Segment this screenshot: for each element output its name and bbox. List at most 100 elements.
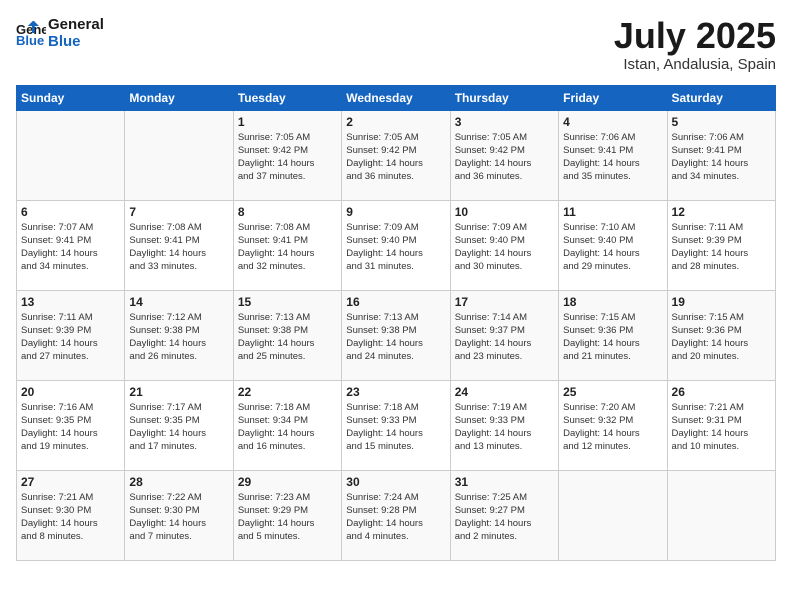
day-info: Sunrise: 7:24 AM Sunset: 9:28 PM Dayligh…	[346, 491, 445, 544]
day-number: 25	[563, 385, 662, 399]
day-info: Sunrise: 7:09 AM Sunset: 9:40 PM Dayligh…	[455, 221, 554, 274]
day-info: Sunrise: 7:05 AM Sunset: 9:42 PM Dayligh…	[346, 131, 445, 184]
calendar-cell: 11 Sunrise: 7:10 AM Sunset: 9:40 PM Dayli…	[559, 200, 667, 290]
day-number: 15	[238, 295, 337, 309]
calendar-cell: 4 Sunrise: 7:06 AM Sunset: 9:41 PM Daylig…	[559, 110, 667, 200]
month-year: July 2025	[614, 16, 776, 56]
calendar-cell: 28 Sunrise: 7:22 AM Sunset: 9:30 PM Dayli…	[125, 470, 233, 560]
calendar-cell: 29 Sunrise: 7:23 AM Sunset: 9:29 PM Dayli…	[233, 470, 341, 560]
day-number: 11	[563, 205, 662, 219]
day-number: 4	[563, 115, 662, 129]
day-number: 28	[129, 475, 228, 489]
day-number: 26	[672, 385, 771, 399]
weekday-saturday: Saturday	[667, 85, 775, 110]
calendar-cell: 21Sunrise: 7:17 AM Sunset: 9:35 PM Dayli…	[125, 380, 233, 470]
calendar-cell: 7Sunrise: 7:08 AM Sunset: 9:41 PM Daylig…	[125, 200, 233, 290]
calendar-table: SundayMondayTuesdayWednesdayThursdayFrid…	[16, 85, 776, 561]
day-number: 21	[129, 385, 228, 399]
day-number: 9	[346, 205, 445, 219]
day-number: 12	[672, 205, 771, 219]
day-number: 24	[455, 385, 554, 399]
calendar-cell: 23Sunrise: 7:18 AM Sunset: 9:33 PM Dayli…	[342, 380, 450, 470]
day-info: Sunrise: 7:22 AM Sunset: 9:30 PM Dayligh…	[129, 491, 228, 544]
calendar-cell: 12 Sunrise: 7:11 AM Sunset: 9:39 PM Dayli…	[667, 200, 775, 290]
day-number: 18	[563, 295, 662, 309]
day-number: 13	[21, 295, 120, 309]
calendar-cell: 1 Sunrise: 7:05 AM Sunset: 9:42 PM Daylig…	[233, 110, 341, 200]
day-info: Sunrise: 7:21 AM Sunset: 9:31 PM Dayligh…	[672, 401, 771, 454]
calendar-week-5: 27 Sunrise: 7:21 AM Sunset: 9:30 PM Dayli…	[17, 470, 776, 560]
day-number: 14	[129, 295, 228, 309]
calendar-week-2: 6 Sunrise: 7:07 AM Sunset: 9:41 PM Daylig…	[17, 200, 776, 290]
day-info: Sunrise: 7:08 AM Sunset: 9:41 PM Dayligh…	[238, 221, 337, 274]
day-number: 29	[238, 475, 337, 489]
day-number: 23	[346, 385, 445, 399]
day-info: Sunrise: 7:21 AM Sunset: 9:30 PM Dayligh…	[21, 491, 120, 544]
day-number: 20	[21, 385, 120, 399]
calendar-cell: 10 Sunrise: 7:09 AM Sunset: 9:40 PM Dayli…	[450, 200, 558, 290]
calendar-cell: 16 Sunrise: 7:13 AM Sunset: 9:38 PM Dayli…	[342, 290, 450, 380]
calendar-cell: 2Sunrise: 7:05 AM Sunset: 9:42 PM Daylig…	[342, 110, 450, 200]
calendar-cell: 17 Sunrise: 7:14 AM Sunset: 9:37 PM Dayli…	[450, 290, 558, 380]
day-info: Sunrise: 7:05 AM Sunset: 9:42 PM Dayligh…	[455, 131, 554, 184]
logo-blue: Blue	[48, 33, 104, 50]
day-info: Sunrise: 7:06 AM Sunset: 9:41 PM Dayligh…	[563, 131, 662, 184]
logo-icon: General Blue	[16, 21, 46, 45]
weekday-wednesday: Wednesday	[342, 85, 450, 110]
day-number: 3	[455, 115, 554, 129]
day-number: 1	[238, 115, 337, 129]
weekday-thursday: Thursday	[450, 85, 558, 110]
calendar-cell: 31Sunrise: 7:25 AM Sunset: 9:27 PM Dayli…	[450, 470, 558, 560]
day-number: 16	[346, 295, 445, 309]
day-info: Sunrise: 7:14 AM Sunset: 9:37 PM Dayligh…	[455, 311, 554, 364]
day-number: 22	[238, 385, 337, 399]
calendar-cell: 27 Sunrise: 7:21 AM Sunset: 9:30 PM Dayli…	[17, 470, 125, 560]
page-header: General Blue General Blue July 2025 Ista…	[16, 16, 776, 73]
day-number: 10	[455, 205, 554, 219]
calendar-cell: 30 Sunrise: 7:24 AM Sunset: 9:28 PM Dayli…	[342, 470, 450, 560]
calendar-cell: 19Sunrise: 7:15 AM Sunset: 9:36 PM Dayli…	[667, 290, 775, 380]
weekday-monday: Monday	[125, 85, 233, 110]
calendar-cell: 8Sunrise: 7:08 AM Sunset: 9:41 PM Daylig…	[233, 200, 341, 290]
day-number: 17	[455, 295, 554, 309]
weekday-header-row: SundayMondayTuesdayWednesdayThursdayFrid…	[17, 85, 776, 110]
calendar-week-3: 13 Sunrise: 7:11 AM Sunset: 9:39 PM Dayli…	[17, 290, 776, 380]
day-info: Sunrise: 7:20 AM Sunset: 9:32 PM Dayligh…	[563, 401, 662, 454]
day-info: Sunrise: 7:23 AM Sunset: 9:29 PM Dayligh…	[238, 491, 337, 544]
day-number: 30	[346, 475, 445, 489]
day-info: Sunrise: 7:10 AM Sunset: 9:40 PM Dayligh…	[563, 221, 662, 274]
day-info: Sunrise: 7:18 AM Sunset: 9:34 PM Dayligh…	[238, 401, 337, 454]
calendar-week-1: 1 Sunrise: 7:05 AM Sunset: 9:42 PM Daylig…	[17, 110, 776, 200]
calendar-cell: 13 Sunrise: 7:11 AM Sunset: 9:39 PM Dayli…	[17, 290, 125, 380]
day-number: 31	[455, 475, 554, 489]
calendar-cell: 15Sunrise: 7:13 AM Sunset: 9:38 PM Dayli…	[233, 290, 341, 380]
calendar-cell: 24 Sunrise: 7:19 AM Sunset: 9:33 PM Dayli…	[450, 380, 558, 470]
weekday-friday: Friday	[559, 85, 667, 110]
day-info: Sunrise: 7:13 AM Sunset: 9:38 PM Dayligh…	[346, 311, 445, 364]
weekday-sunday: Sunday	[17, 85, 125, 110]
weekday-tuesday: Tuesday	[233, 85, 341, 110]
day-info: Sunrise: 7:05 AM Sunset: 9:42 PM Dayligh…	[238, 131, 337, 184]
day-info: Sunrise: 7:08 AM Sunset: 9:41 PM Dayligh…	[129, 221, 228, 274]
calendar-cell: 20 Sunrise: 7:16 AM Sunset: 9:35 PM Dayli…	[17, 380, 125, 470]
day-info: Sunrise: 7:19 AM Sunset: 9:33 PM Dayligh…	[455, 401, 554, 454]
day-info: Sunrise: 7:11 AM Sunset: 9:39 PM Dayligh…	[672, 221, 771, 274]
calendar-cell: 5 Sunrise: 7:06 AM Sunset: 9:41 PM Daylig…	[667, 110, 775, 200]
calendar-cell: 18Sunrise: 7:15 AM Sunset: 9:36 PM Dayli…	[559, 290, 667, 380]
day-info: Sunrise: 7:16 AM Sunset: 9:35 PM Dayligh…	[21, 401, 120, 454]
day-info: Sunrise: 7:07 AM Sunset: 9:41 PM Dayligh…	[21, 221, 120, 274]
day-number: 6	[21, 205, 120, 219]
day-info: Sunrise: 7:11 AM Sunset: 9:39 PM Dayligh…	[21, 311, 120, 364]
calendar-cell: 22 Sunrise: 7:18 AM Sunset: 9:34 PM Dayli…	[233, 380, 341, 470]
day-info: Sunrise: 7:12 AM Sunset: 9:38 PM Dayligh…	[129, 311, 228, 364]
day-number: 5	[672, 115, 771, 129]
calendar-cell	[125, 110, 233, 200]
calendar-cell: 14 Sunrise: 7:12 AM Sunset: 9:38 PM Dayli…	[125, 290, 233, 380]
day-info: Sunrise: 7:06 AM Sunset: 9:41 PM Dayligh…	[672, 131, 771, 184]
calendar-cell: 6 Sunrise: 7:07 AM Sunset: 9:41 PM Daylig…	[17, 200, 125, 290]
calendar-cell	[559, 470, 667, 560]
day-number: 27	[21, 475, 120, 489]
location: Istan, Andalusia, Spain	[614, 56, 776, 73]
calendar-cell: 25 Sunrise: 7:20 AM Sunset: 9:32 PM Dayli…	[559, 380, 667, 470]
calendar-week-4: 20 Sunrise: 7:16 AM Sunset: 9:35 PM Dayli…	[17, 380, 776, 470]
